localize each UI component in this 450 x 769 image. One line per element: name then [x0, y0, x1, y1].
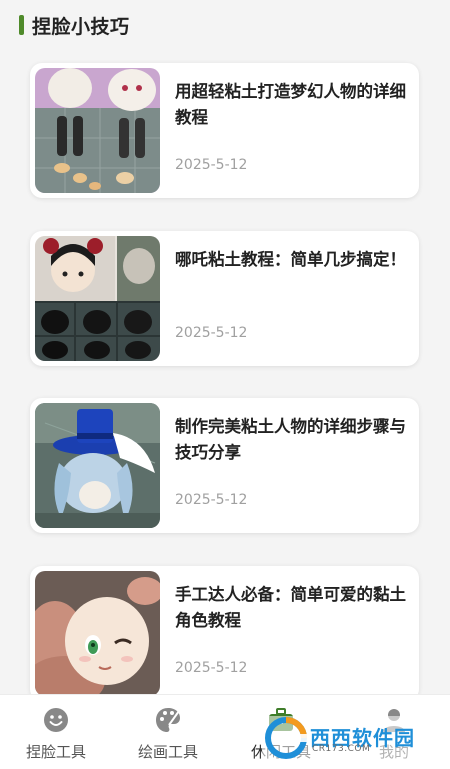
article-card[interactable]: 哪吒粘土教程：简单几步搞定！ 2025-5-12 [30, 231, 419, 366]
page-title: 捏脸小技巧 [32, 16, 130, 38]
header-accent-bar [19, 15, 24, 35]
palette-icon [156, 708, 180, 732]
tab-drawing-tools[interactable]: 绘画工具 [112, 695, 224, 769]
article-title: 用超轻粘土打造梦幻人物的详细教程 [175, 82, 406, 127]
watermark-logo-icon [265, 717, 308, 759]
tab-label: 捏脸工具 [25, 743, 86, 761]
article-thumbnail [35, 403, 160, 528]
article-thumbnail [35, 68, 160, 193]
article-date: 2025-5-12 [175, 492, 248, 508]
article-title: 制作完美粘土人物的详细步骤与技巧分享 [175, 417, 406, 462]
article-card[interactable]: 手工达人必备：简单可爱的黏土角色教程 2025-5-12 [30, 566, 419, 701]
tab-label: 绘画工具 [137, 743, 198, 761]
article-date: 2025-5-12 [175, 660, 248, 676]
article-title: 哪吒粘土教程：简单几步搞定！ [175, 250, 406, 269]
tab-face-tools[interactable]: 捏脸工具 [0, 695, 112, 769]
article-title: 手工达人必备：简单可爱的黏土角色教程 [175, 585, 406, 630]
section-header: 捏脸小技巧 [0, 0, 450, 52]
article-thumbnail [35, 236, 160, 361]
article-card[interactable]: 制作完美粘土人物的详细步骤与技巧分享 2025-5-12 [30, 398, 419, 533]
article-date: 2025-5-12 [175, 325, 248, 341]
article-thumbnail [35, 571, 160, 696]
article-date: 2025-5-12 [175, 157, 248, 173]
smile-face-icon [44, 708, 68, 732]
watermark-subtext: CR173.COM [312, 744, 371, 754]
article-card[interactable]: 用超轻粘土打造梦幻人物的详细教程 2025-5-12 [30, 63, 419, 198]
site-watermark: 西西软件园 CR173.COM [262, 716, 438, 760]
